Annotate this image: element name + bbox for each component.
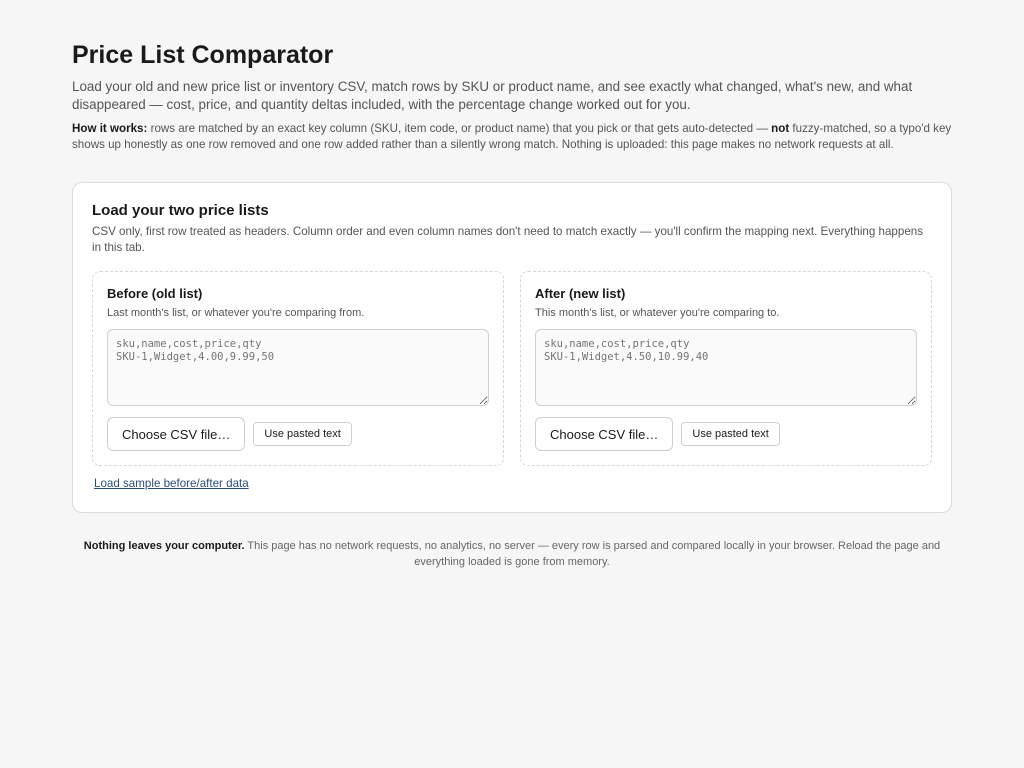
page: Price List Comparator Load your old and … xyxy=(0,0,1024,570)
before-hint: Last month's list, or whatever you're co… xyxy=(107,307,365,319)
how-it-works-text-before: rows are matched by an exact key column … xyxy=(147,122,772,135)
page-lede: Load your old and new price list or inve… xyxy=(72,79,913,112)
after-hint: This month's list, or whatever you're co… xyxy=(535,307,780,319)
before-title: Before (old list) xyxy=(107,286,203,301)
page-title: Price List Comparator xyxy=(72,41,334,69)
loader-panes: Before (old list) Last month's list, or … xyxy=(92,271,932,466)
before-csv-textarea[interactable] xyxy=(107,329,489,406)
after-pane: After (new list) This month's list, or w… xyxy=(520,271,932,466)
how-it-works: How it works: rows are matched by an exa… xyxy=(72,121,952,153)
loader-card: Load your two price lists CSV only, firs… xyxy=(72,182,952,513)
after-title: After (new list) xyxy=(535,286,626,301)
before-choose-file-button[interactable]: Choose CSV file… xyxy=(107,417,246,451)
privacy-footer-text: This page has no network requests, no an… xyxy=(244,540,941,568)
privacy-footer-bold: Nothing leaves your computer. xyxy=(83,540,245,552)
before-use-pasted-button[interactable]: Use pasted text xyxy=(253,422,352,446)
before-pane: Before (old list) Last month's list, or … xyxy=(92,271,504,466)
after-choose-file-button[interactable]: Choose CSV file… xyxy=(535,417,674,451)
how-it-works-emphasis: not xyxy=(771,122,790,135)
loader-subtitle: CSV only, first row treated as headers. … xyxy=(92,225,924,254)
privacy-footer: Nothing leaves your computer. This page … xyxy=(72,538,952,570)
after-csv-textarea[interactable] xyxy=(535,329,917,406)
loader-title: Load your two price lists xyxy=(92,202,269,219)
how-it-works-label: How it works: xyxy=(72,122,148,135)
before-actions: Choose CSV file… Use pasted text xyxy=(107,417,489,451)
after-use-pasted-button[interactable]: Use pasted text xyxy=(681,422,780,446)
after-actions: Choose CSV file… Use pasted text xyxy=(535,417,917,451)
load-sample-link[interactable]: Load sample before/after data xyxy=(94,477,249,490)
